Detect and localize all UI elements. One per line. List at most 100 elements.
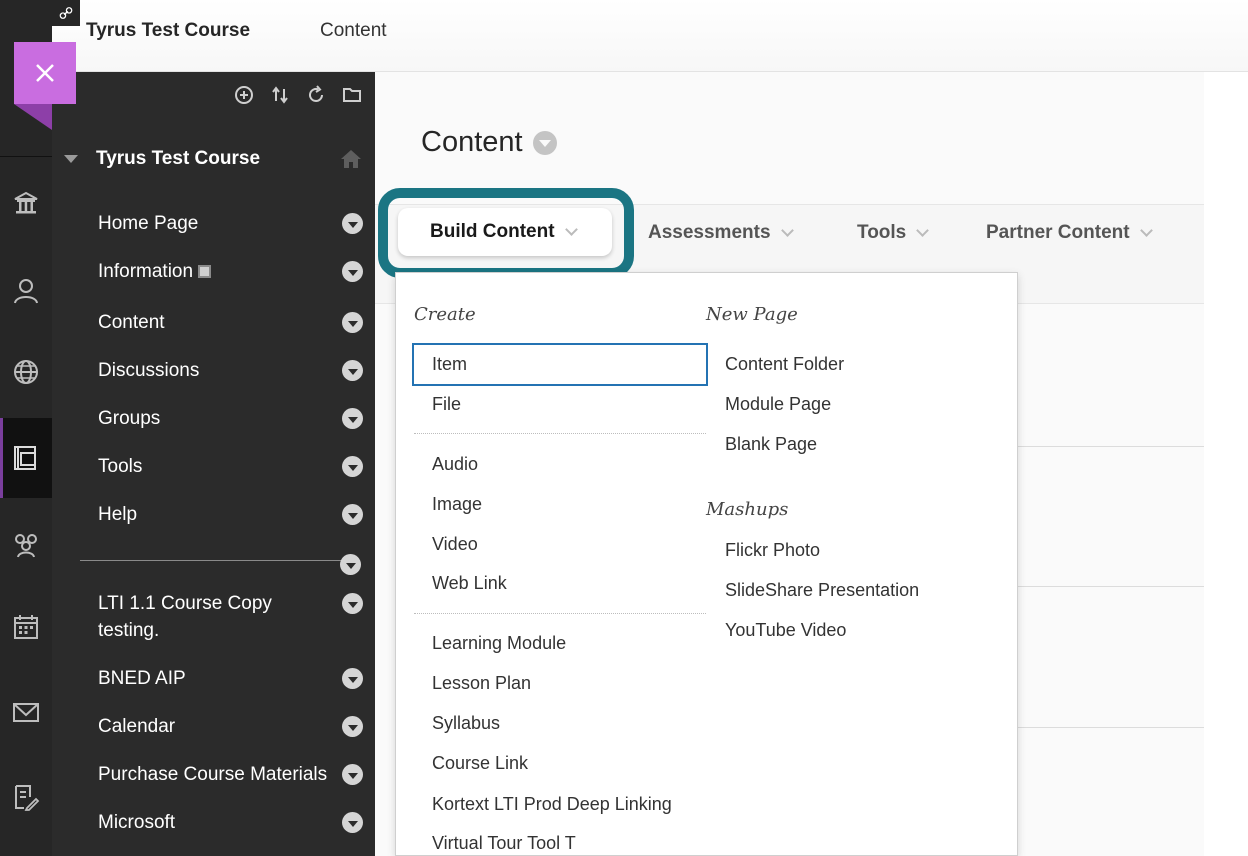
close-icon — [36, 64, 54, 82]
grades-icon[interactable] — [11, 782, 41, 812]
calendar-icon[interactable] — [11, 612, 41, 642]
menu-separator — [414, 613, 706, 614]
content-row-divider — [1018, 586, 1204, 587]
partner-content-label: Partner Content — [986, 222, 1130, 243]
menu-option-blank-page[interactable]: Blank Page — [725, 434, 817, 455]
refresh-icon[interactable] — [305, 84, 327, 106]
rail-separator — [0, 156, 52, 157]
close-tab-flag — [14, 104, 52, 130]
chevron-down-icon[interactable] — [342, 360, 363, 381]
link-icon[interactable] — [52, 0, 80, 26]
tools-button[interactable]: Tools — [857, 222, 930, 244]
chevron-down-icon[interactable] — [532, 130, 557, 155]
chevron-down-icon — [780, 223, 794, 237]
course-menu-title[interactable]: Tyrus Test Course — [64, 148, 260, 170]
menu-option-item[interactable]: Item — [412, 343, 708, 386]
partner-content-button[interactable]: Partner Content — [986, 222, 1153, 244]
page-title: Content — [421, 126, 557, 159]
chevron-down-icon[interactable] — [342, 716, 363, 737]
menu-item-information[interactable]: Information — [98, 258, 363, 285]
collapse-caret-icon[interactable] — [64, 155, 78, 163]
menu-option-youtube-video[interactable]: YouTube Video — [725, 620, 846, 641]
menu-item-label: Discussions — [98, 360, 200, 381]
menu-item-label: Content — [98, 312, 165, 333]
chevron-down-icon[interactable] — [342, 261, 363, 282]
new-page-group-heading: New Page — [706, 304, 798, 325]
chevron-down-icon[interactable] — [342, 456, 363, 477]
chevron-down-icon[interactable] — [342, 668, 363, 689]
menu-option-kortext-lti[interactable]: Kortext LTI Prod Deep Linking — [432, 794, 672, 815]
profile-icon[interactable] — [11, 276, 41, 306]
chevron-down-icon — [564, 222, 578, 236]
menu-option-lesson-plan[interactable]: Lesson Plan — [432, 673, 531, 694]
menu-option-web-link[interactable]: Web Link — [432, 573, 507, 594]
menu-item-discussions[interactable]: Discussions — [98, 357, 363, 384]
chevron-down-icon[interactable] — [342, 593, 363, 614]
menu-item-content[interactable]: Content — [98, 309, 363, 336]
menu-item-label: Groups — [98, 408, 161, 429]
tools-label: Tools — [857, 222, 907, 243]
menu-separator — [414, 433, 706, 434]
menu-option-virtual-tour[interactable]: Virtual Tour Tool T — [432, 833, 576, 854]
breadcrumb-course[interactable]: Tyrus Test Course — [86, 20, 250, 42]
build-content-menu: Create Item File Audio Image Video Web L… — [395, 272, 1018, 856]
content-row-divider — [1018, 727, 1204, 728]
course-menu-toolbar — [233, 84, 363, 106]
breadcrumb-page: Content — [320, 20, 387, 41]
content-badge-icon — [198, 265, 212, 278]
course-title: Tyrus Test Course — [96, 148, 261, 169]
menu-option-video[interactable]: Video — [432, 534, 478, 555]
courses-icon[interactable] — [11, 443, 41, 473]
menu-option-flickr-photo[interactable]: Flickr Photo — [725, 540, 820, 561]
reorder-icon[interactable] — [269, 84, 291, 106]
institution-icon[interactable] — [11, 188, 41, 218]
page-margin — [1204, 72, 1248, 856]
menu-item-groups[interactable]: Groups — [98, 405, 363, 432]
menu-option-slideshare[interactable]: SlideShare Presentation — [725, 580, 919, 601]
chevron-down-icon[interactable] — [342, 312, 363, 333]
close-course-button[interactable] — [14, 42, 76, 104]
menu-item-label: Information — [98, 261, 194, 282]
menu-option-audio[interactable]: Audio — [432, 454, 478, 475]
folder-view-icon[interactable] — [341, 84, 363, 106]
groups-icon[interactable] — [11, 530, 41, 560]
page-title-text: Content — [421, 126, 523, 158]
home-icon[interactable] — [339, 148, 363, 170]
messages-icon[interactable] — [11, 697, 41, 727]
menu-option-syllabus[interactable]: Syllabus — [432, 713, 500, 734]
menu-option-course-link[interactable]: Course Link — [432, 753, 528, 774]
add-menu-item-icon[interactable] — [233, 84, 255, 106]
menu-option-file[interactable]: File — [432, 394, 461, 415]
menu-option-module-page[interactable]: Module Page — [725, 394, 831, 415]
build-content-label: Build Content — [430, 221, 555, 242]
menu-option-image[interactable]: Image — [432, 494, 482, 515]
menu-item-lti-course-copy[interactable]: LTI 1.1 Course Copy testing. — [98, 590, 363, 644]
menu-item-label: Purchase Course Materials — [98, 764, 328, 785]
menu-item-home-page[interactable]: Home Page — [98, 210, 363, 237]
chevron-down-icon[interactable] — [342, 812, 363, 833]
menu-item-label: LTI 1.1 Course Copy testing. — [98, 593, 272, 641]
chevron-down-icon[interactable] — [342, 504, 363, 525]
chevron-down-icon[interactable] — [342, 213, 363, 234]
globe-icon[interactable] — [11, 357, 41, 387]
chevron-down-icon[interactable] — [340, 554, 361, 575]
chevron-down-icon[interactable] — [342, 408, 363, 429]
chevron-down-icon[interactable] — [342, 764, 363, 785]
menu-item-purchase-course-materials[interactable]: Purchase Course Materials — [98, 761, 363, 788]
menu-item-bned-aip[interactable]: BNED AIP — [98, 665, 363, 692]
menu-item-microsoft[interactable]: Microsoft — [98, 809, 363, 836]
assessments-button[interactable]: Assessments — [648, 222, 794, 244]
build-content-button[interactable]: Build Content — [398, 208, 612, 256]
chevron-down-icon — [916, 223, 930, 237]
course-menu: Tyrus Test Course Home Page Information … — [52, 72, 375, 856]
content-row-divider — [1018, 446, 1204, 447]
breadcrumb: Tyrus Test Course Content — [52, 0, 1248, 72]
menu-item-calendar[interactable]: Calendar — [98, 713, 363, 740]
menu-item-help[interactable]: Help — [98, 501, 363, 528]
menu-item-tools[interactable]: Tools — [98, 453, 363, 480]
menu-option-content-folder[interactable]: Content Folder — [725, 354, 844, 375]
menu-item-label: Home Page — [98, 213, 199, 234]
menu-item-label: Tools — [98, 456, 143, 477]
menu-option-learning-module[interactable]: Learning Module — [432, 633, 566, 654]
menu-item-label: Microsoft — [98, 812, 176, 833]
